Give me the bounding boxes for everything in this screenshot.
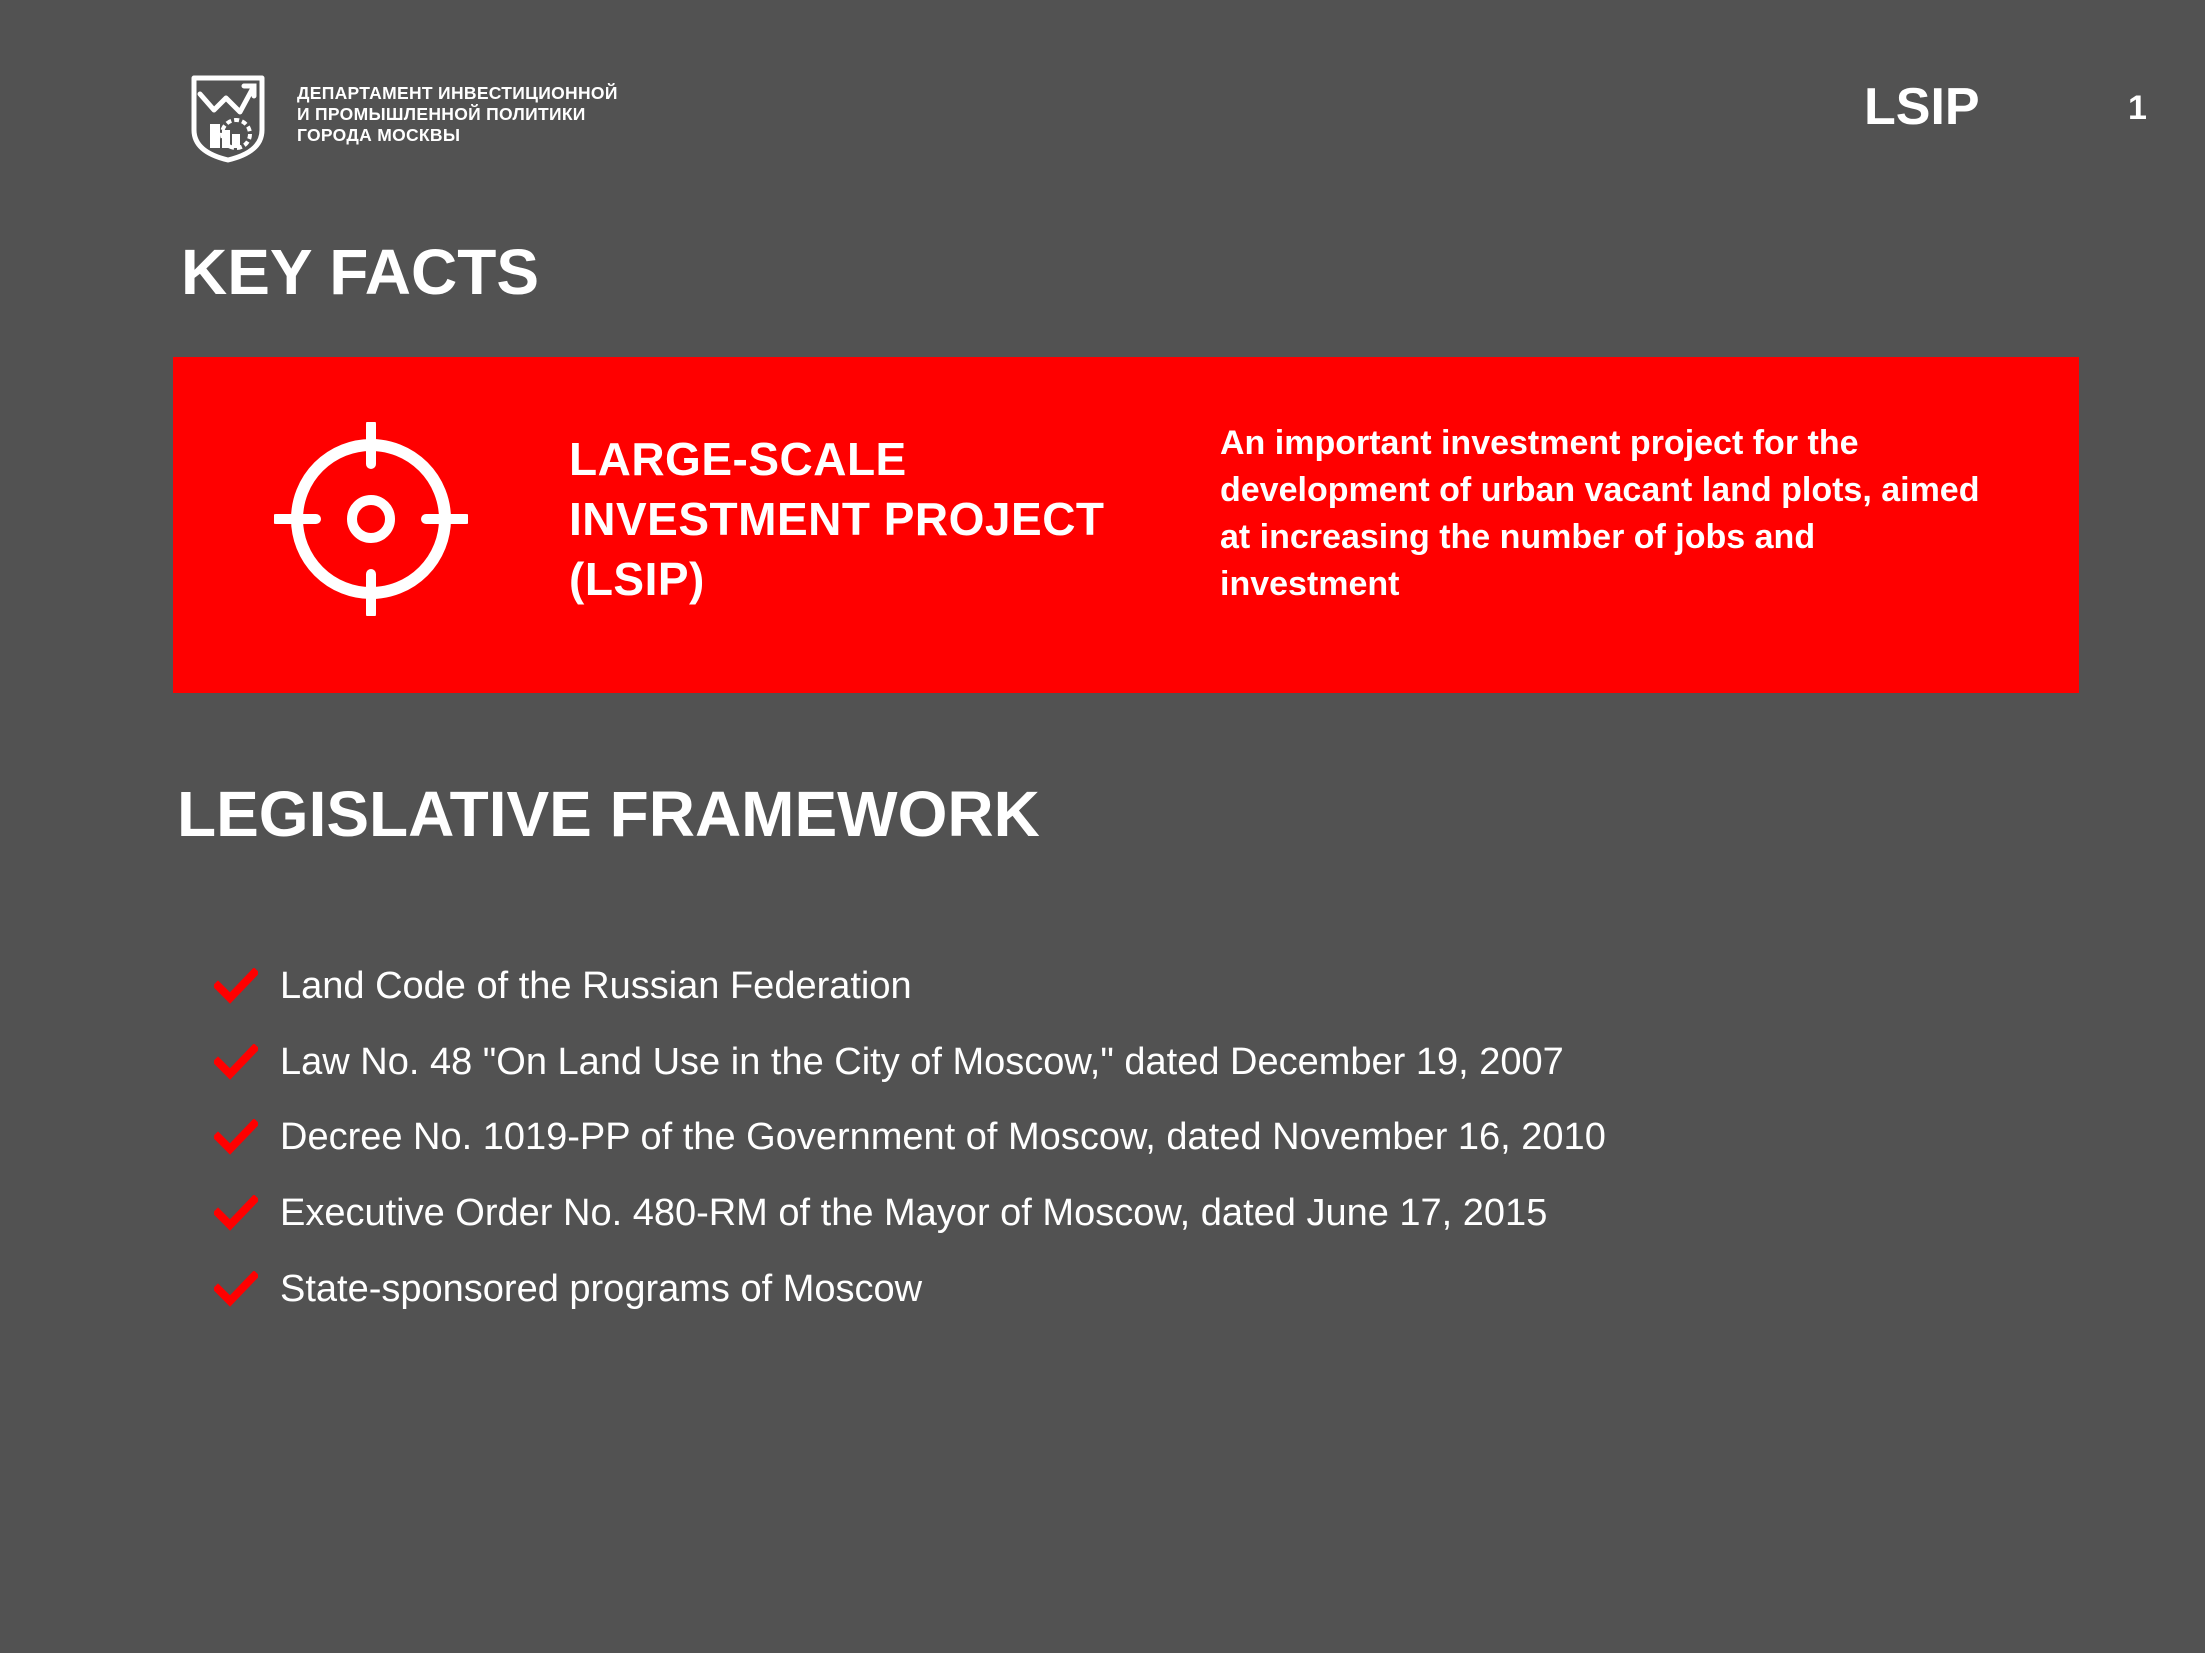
project-title-line: INVESTMENT PROJECT xyxy=(569,493,1105,545)
legislative-framework-heading: LEGISLATIVE FRAMEWORK xyxy=(177,778,1040,850)
checkmark-icon xyxy=(214,1119,258,1155)
project-description-line: development of urban vacant land plots, … xyxy=(1220,471,1980,509)
list-item: State-sponsored programs of Moscow xyxy=(214,1251,1606,1327)
legislative-list: Land Code of the Russian Federation Law … xyxy=(214,948,1606,1326)
department-name-line: ГОРОДА МОСКВЫ xyxy=(297,125,461,145)
list-item-text: Land Code of the Russian Federation xyxy=(280,964,912,1007)
list-item-text: Executive Order No. 480-RM of the Mayor … xyxy=(280,1191,1548,1234)
list-item-text: State-sponsored programs of Moscow xyxy=(280,1267,923,1310)
department-name-line: И ПРОМЫШЛЕННОЙ ПОЛИТИКИ xyxy=(297,104,586,124)
list-item-text: Law No. 48 "On Land Use in the City of M… xyxy=(280,1040,1564,1083)
project-description-line: at increasing the number of jobs and xyxy=(1220,518,1816,556)
department-name: ДЕПАРТАМЕНТ ИНВЕСТИЦИОННОЙ И ПРОМЫШЛЕННО… xyxy=(297,83,618,146)
project-description-line: investment xyxy=(1220,565,1400,603)
department-logo-icon xyxy=(191,75,265,163)
checkmark-icon xyxy=(214,1043,258,1080)
header-tag: LSIP xyxy=(1864,78,1980,136)
project-description: An important investment project for the … xyxy=(1220,420,1979,608)
project-description-line: An important investment project for the xyxy=(1220,424,1859,462)
project-title-line: LARGE-SCALE xyxy=(569,433,907,485)
department-name-line: ДЕПАРТАМЕНТ ИНВЕСТИЦИОННОЙ xyxy=(297,83,618,103)
checkmark-icon xyxy=(214,967,258,1004)
project-title-line: (LSIP) xyxy=(569,553,705,605)
list-item: Decree No. 1019-PP of the Government of … xyxy=(214,1099,1606,1175)
checkmark-icon xyxy=(214,1194,258,1231)
project-title: LARGE-SCALE INVESTMENT PROJECT (LSIP) xyxy=(569,429,1105,609)
target-icon xyxy=(274,422,468,616)
key-facts-heading: KEY FACTS xyxy=(181,236,539,308)
list-item: Land Code of the Russian Federation xyxy=(214,948,1606,1024)
list-item: Executive Order No. 480-RM of the Mayor … xyxy=(214,1175,1606,1251)
list-item: Law No. 48 "On Land Use in the City of M… xyxy=(214,1024,1606,1100)
page-number: 1 xyxy=(2128,89,2147,127)
list-item-text: Decree No. 1019-PP of the Government of … xyxy=(280,1116,1606,1159)
checkmark-icon xyxy=(214,1270,258,1307)
